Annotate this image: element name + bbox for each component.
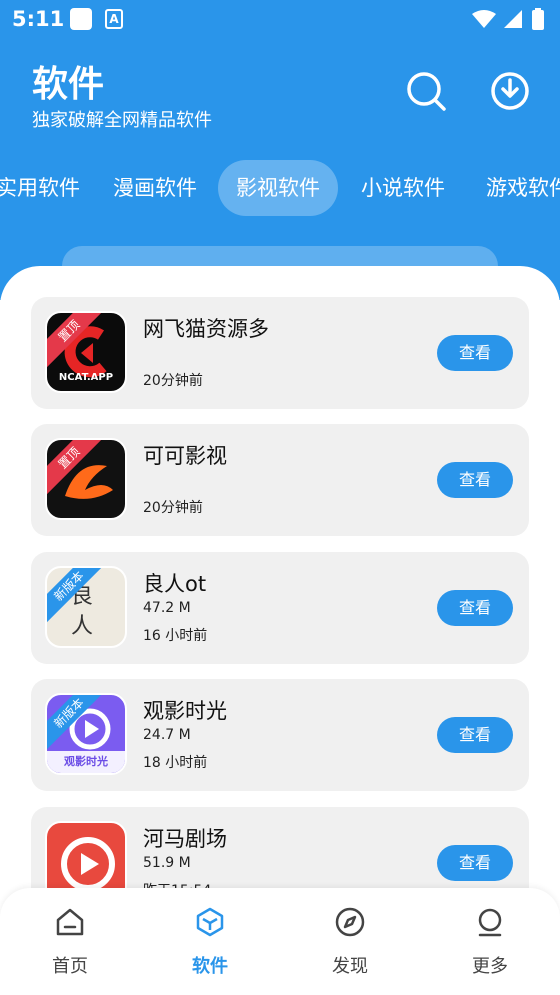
page-subtitle: 独家破解全网精品软件 <box>32 110 212 131</box>
signal-battery-icons <box>472 8 544 30</box>
app-list-sheet: NCAT.APP 置顶 网飞猫资源多 20分钟前 查看 置顶 可可影视 20分钟… <box>0 266 560 995</box>
app-size: 51.9 M <box>143 855 191 871</box>
home-icon <box>56 908 84 936</box>
search-icon[interactable] <box>405 70 447 112</box>
app-size: 47.2 M <box>143 600 191 616</box>
nav-label: 更多 <box>472 956 508 977</box>
app-icon: 观影时光 新版本 <box>45 693 127 775</box>
view-button[interactable]: 查看 <box>437 845 513 881</box>
app-time: 20分钟前 <box>143 500 203 516</box>
notification-icon <box>70 8 92 30</box>
view-button[interactable]: 查看 <box>437 590 513 626</box>
tab-novel[interactable]: 小说软件 <box>361 160 445 216</box>
download-icon[interactable] <box>489 70 531 112</box>
bottom-navigation: 首页 软件 发现 更多 <box>0 888 560 995</box>
page-title: 软件 <box>32 64 105 105</box>
app-name: 网飞猫资源多 <box>143 317 269 341</box>
view-button[interactable]: 查看 <box>437 717 513 753</box>
app-name: 观影时光 <box>143 699 227 723</box>
app-size: 24.7 M <box>143 727 191 743</box>
app-icon: NCAT.APP 置顶 <box>45 311 127 393</box>
app-icon-label: 观影时光 <box>47 751 125 773</box>
app-name: 可可影视 <box>143 444 227 468</box>
nav-label: 发现 <box>332 956 368 977</box>
keyboard-icon: A <box>105 9 123 29</box>
nav-software[interactable]: 软件 <box>165 906 255 986</box>
nav-more[interactable]: 更多 <box>445 906 535 986</box>
status-time: 5:11 <box>12 7 65 31</box>
nav-label: 首页 <box>52 956 88 977</box>
nav-label: 软件 <box>192 956 228 977</box>
person-icon <box>478 908 502 937</box>
tab-games[interactable]: 游戏软件 <box>486 160 560 216</box>
list-item[interactable]: 观影时光 新版本 观影时光 24.7 M 18 小时前 查看 <box>31 679 529 791</box>
status-bar: 5:11 A <box>0 0 560 40</box>
list-item[interactable]: 良人 新版本 良人ot 47.2 M 16 小时前 查看 <box>31 552 529 664</box>
compass-icon <box>335 907 365 937</box>
app-icon: 置顶 <box>45 438 127 520</box>
tab-video[interactable]: 影视软件 <box>218 160 338 216</box>
tab-comics[interactable]: 漫画软件 <box>113 160 197 216</box>
tab-utility[interactable]: 实用软件 <box>0 160 80 216</box>
app-icon: 良人 新版本 <box>45 566 127 648</box>
app-icon-label: NCAT.APP <box>58 372 114 383</box>
app-time: 18 小时前 <box>143 755 208 771</box>
list-item[interactable]: 置顶 可可影视 20分钟前 查看 <box>31 424 529 536</box>
nav-home[interactable]: 首页 <box>25 906 115 986</box>
view-button[interactable]: 查看 <box>437 335 513 371</box>
list-item[interactable]: NCAT.APP 置顶 网飞猫资源多 20分钟前 查看 <box>31 297 529 409</box>
app-time: 16 小时前 <box>143 628 208 644</box>
app-time: 20分钟前 <box>143 373 203 389</box>
app-name: 良人ot <box>143 572 207 596</box>
nav-discover[interactable]: 发现 <box>305 906 395 986</box>
cube-icon <box>196 907 224 937</box>
category-tabs: 实用软件 漫画软件 影视软件 小说软件 游戏软件 <box>0 160 560 216</box>
app-name: 河马剧场 <box>143 827 227 851</box>
view-button[interactable]: 查看 <box>437 462 513 498</box>
